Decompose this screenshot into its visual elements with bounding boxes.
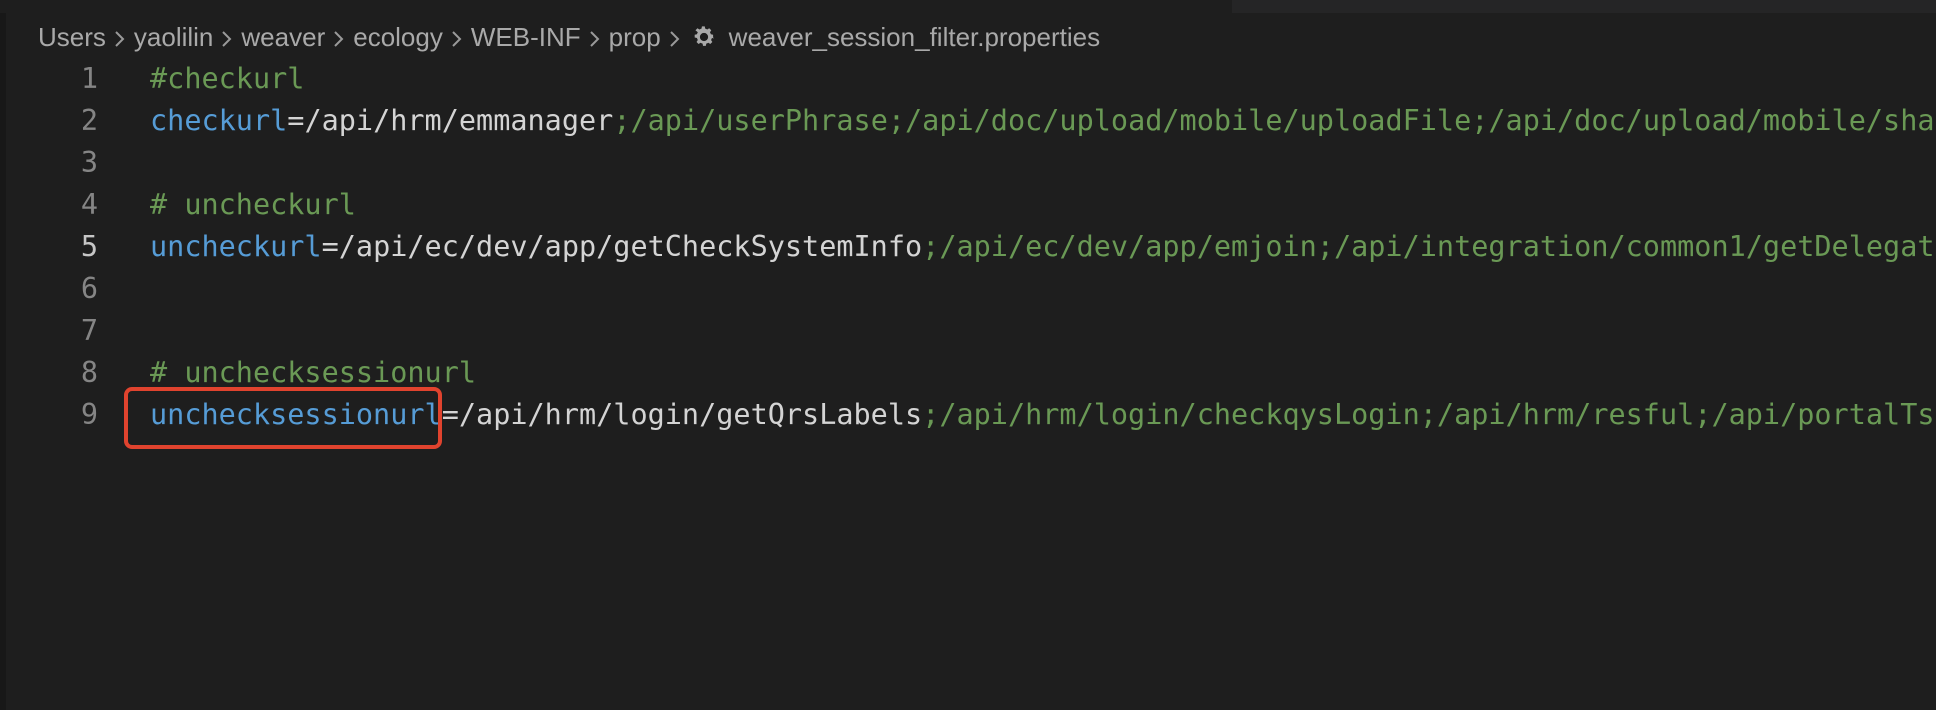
code-line[interactable]: 3 bbox=[0, 142, 1936, 184]
gear-icon bbox=[691, 24, 717, 50]
line-number: 9 bbox=[80, 398, 98, 431]
line-number: 8 bbox=[80, 356, 98, 389]
property-value-continued: ;/api/ec/dev/app/emjoin;/api/integration… bbox=[922, 230, 1936, 263]
line-number: 2 bbox=[80, 104, 98, 137]
line-content[interactable]: # unchecksessionurl bbox=[150, 352, 476, 394]
line-number: 4 bbox=[80, 188, 98, 221]
code-line[interactable]: 5 uncheckurl=/api/ec/dev/app/getCheckSyst… bbox=[0, 226, 1936, 268]
equals-sign: = bbox=[287, 104, 305, 137]
equals-sign: = bbox=[321, 230, 339, 263]
property-value-continued: ;/api/userPhrase;/api/doc/upload/mobile/… bbox=[613, 104, 1936, 137]
code-line[interactable]: 1 #checkurl bbox=[0, 58, 1936, 100]
line-content[interactable]: #checkurl bbox=[150, 58, 304, 100]
code-line[interactable]: 9 unchecksessionurl=/api/hrm/login/getQrs… bbox=[0, 394, 1936, 436]
breadcrumb-item-prop[interactable]: prop bbox=[609, 22, 661, 53]
property-key: uncheckurl bbox=[150, 230, 322, 263]
breadcrumb-file-name[interactable]: weaver_session_filter.properties bbox=[729, 22, 1100, 53]
property-key: unchecksessionurl bbox=[150, 398, 442, 431]
code-line[interactable]: 6 bbox=[0, 268, 1936, 310]
breadcrumb-item-ecology[interactable]: ecology bbox=[353, 22, 443, 53]
line-number: 6 bbox=[80, 272, 98, 305]
chevron-right-icon bbox=[106, 22, 134, 53]
line-number: 7 bbox=[80, 314, 98, 347]
line-number: 1 bbox=[80, 62, 98, 95]
editor-window: Users yaolilin weaver ecology WEB-INF pr… bbox=[0, 0, 1936, 710]
code-line[interactable]: 2 checkurl=/api/hrm/emmanager;/api/userPh… bbox=[0, 100, 1936, 142]
code-area[interactable]: 1 #checkurl 2 checkurl=/api/hrm/emmanager;/… bbox=[0, 58, 1936, 436]
active-tab[interactable] bbox=[0, 0, 1232, 13]
line-comment: # uncheckurl bbox=[150, 188, 356, 221]
chevron-right-icon bbox=[581, 22, 609, 53]
breadcrumb-item-users[interactable]: Users bbox=[38, 22, 106, 53]
property-value-continued: ;/api/hrm/login/checkqysLogin;/api/hrm/r… bbox=[922, 398, 1936, 431]
code-line[interactable]: 4 # uncheckurl bbox=[0, 184, 1936, 226]
breadcrumb: Users yaolilin weaver ecology WEB-INF pr… bbox=[38, 17, 1100, 57]
line-content[interactable]: checkurl=/api/hrm/emmanager;/api/userPhr… bbox=[150, 100, 1936, 142]
chevron-right-icon bbox=[213, 22, 241, 53]
code-line[interactable]: 8 # unchecksessionurl bbox=[0, 352, 1936, 394]
chevron-right-icon bbox=[325, 22, 353, 53]
code-line[interactable]: 7 bbox=[0, 310, 1936, 352]
line-content[interactable]: uncheckurl=/api/ec/dev/app/getCheckSyste… bbox=[150, 226, 1936, 268]
line-comment: # unchecksessionurl bbox=[150, 356, 477, 389]
chevron-right-icon bbox=[661, 22, 689, 53]
property-value: /api/ec/dev/app/getCheckSystemInfo bbox=[338, 230, 923, 263]
chevron-right-icon bbox=[443, 22, 471, 53]
tab-strip bbox=[0, 0, 1936, 13]
line-comment: #checkurl bbox=[150, 62, 305, 95]
property-value: /api/hrm/login/getQrsLabels bbox=[458, 398, 923, 431]
property-key: checkurl bbox=[150, 104, 288, 137]
property-value: /api/hrm/emmanager bbox=[304, 104, 614, 137]
line-content[interactable]: # uncheckurl bbox=[150, 184, 356, 226]
line-number: 5 bbox=[80, 230, 98, 263]
equals-sign: = bbox=[441, 398, 459, 431]
breadcrumb-item-yaolilin[interactable]: yaolilin bbox=[134, 22, 214, 53]
line-number: 3 bbox=[80, 146, 98, 179]
line-content[interactable]: unchecksessionurl=/api/hrm/login/getQrsL… bbox=[150, 394, 1936, 436]
breadcrumb-item-weaver[interactable]: weaver bbox=[241, 22, 325, 53]
breadcrumb-item-web-inf[interactable]: WEB-INF bbox=[471, 22, 581, 53]
